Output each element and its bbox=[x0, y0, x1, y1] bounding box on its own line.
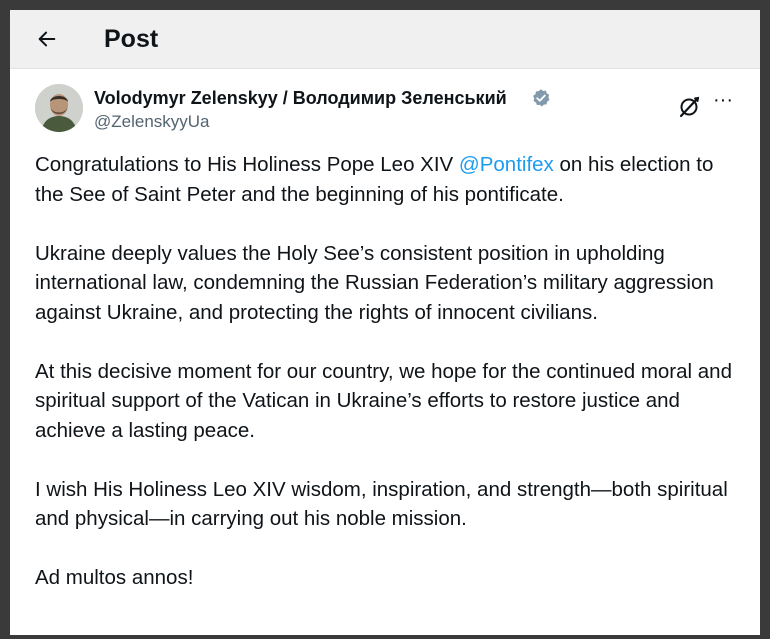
mention-link[interactable]: @Pontifex bbox=[459, 153, 554, 176]
verified-badge-icon bbox=[533, 89, 550, 107]
post-text: Congratulations to His Holiness Pope Leo… bbox=[35, 150, 735, 622]
post-paragraph-1: Congratulations to His Holiness Pope Leo… bbox=[35, 150, 735, 209]
avatar[interactable] bbox=[35, 84, 83, 132]
post-paragraph-2: Ukraine deeply values the Holy See’s con… bbox=[35, 241, 714, 324]
more-horizontal-icon: ··· bbox=[713, 89, 733, 111]
post-text-segment: Congratulations to His Holiness Pope Leo… bbox=[35, 153, 459, 176]
post-header: Volodymyr Zelenskyy / Володимир Зеленськ… bbox=[10, 68, 760, 148]
back-button[interactable] bbox=[30, 22, 64, 56]
post-paragraph-4: I wish His Holiness Leo XIV wisdom, insp… bbox=[35, 477, 728, 531]
screenshot-frame: Post Volodymyr Zelenskyy / Володимир Зел… bbox=[0, 0, 770, 639]
post-paragraph-5: Ad multos annos! bbox=[35, 566, 194, 589]
avatar-image bbox=[35, 84, 83, 132]
page-title: Post bbox=[104, 25, 159, 53]
post-screen: Post Volodymyr Zelenskyy / Володимир Зел… bbox=[10, 10, 760, 635]
grok-icon bbox=[679, 96, 700, 118]
grok-button[interactable] bbox=[677, 95, 701, 119]
top-bar: Post bbox=[10, 10, 760, 69]
post-paragraph-3: At this decisive moment for our country,… bbox=[35, 359, 732, 442]
arrow-left-icon bbox=[38, 31, 56, 47]
more-options-button[interactable]: ··· bbox=[710, 90, 736, 116]
author-name[interactable]: Volodymyr Zelenskyy / Володимир Зеленськ… bbox=[94, 86, 507, 110]
author-handle[interactable]: @ZelenskyyUa bbox=[94, 110, 210, 134]
